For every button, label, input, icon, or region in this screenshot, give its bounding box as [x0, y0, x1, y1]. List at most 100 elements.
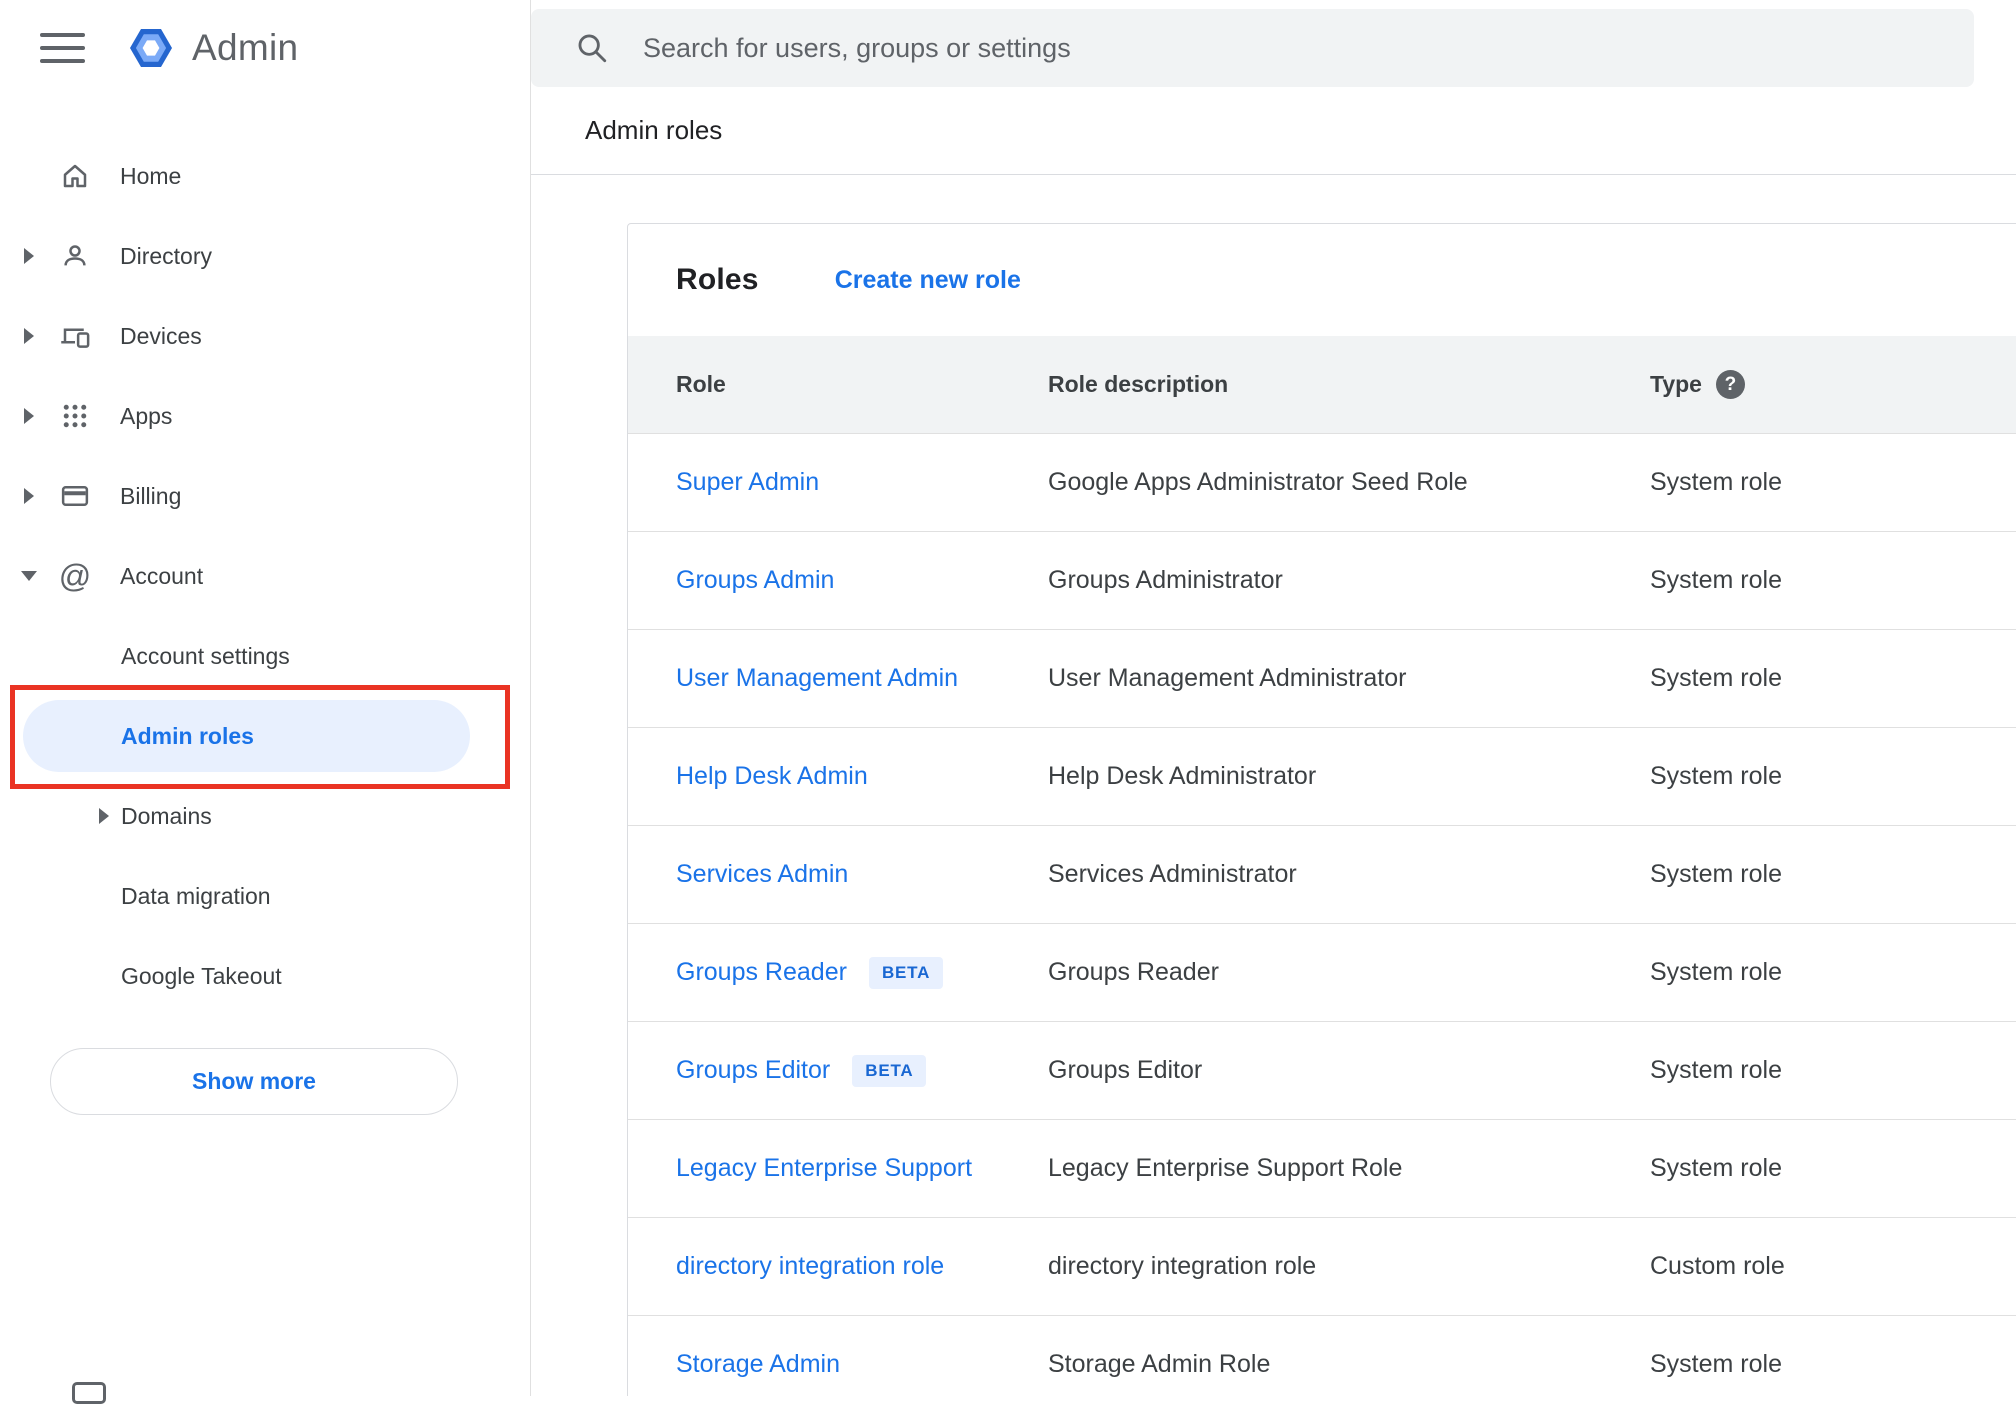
table-row: User Management Admin User Management Ad… — [628, 630, 2016, 728]
column-header-type: Type ? — [1650, 370, 2016, 399]
content: Roles Create new role Role Role descript… — [531, 175, 2016, 1396]
sidebar-item-account-settings[interactable]: Account settings — [0, 616, 530, 696]
sidebar-item-google-takeout[interactable]: Google Takeout — [0, 936, 530, 1016]
role-link[interactable]: Help Desk Admin — [676, 762, 868, 791]
sidebar-item-label: Data migration — [121, 882, 271, 909]
sidebar-item-account[interactable]: @ Account — [0, 536, 530, 616]
role-type: System role — [1650, 1154, 1782, 1182]
role-link[interactable]: Groups Reader — [676, 958, 847, 987]
sidebar-item-label: Apps — [120, 402, 173, 429]
sidebar-item-directory[interactable]: Directory — [0, 216, 530, 296]
table-row: Storage Admin Storage Admin Role System … — [628, 1316, 2016, 1396]
role-description: directory integration role — [1048, 1252, 1317, 1280]
role-description: User Management Administrator — [1048, 664, 1407, 692]
chevron-right-icon — [24, 248, 34, 264]
sidebar: Admin Home Directory Devices Apps Billin… — [0, 0, 531, 1404]
role-link[interactable]: Services Admin — [676, 860, 848, 889]
sidebar-item-label: Google Takeout — [121, 962, 282, 989]
home-icon — [58, 161, 92, 191]
sidebar-item-label: Directory — [120, 242, 213, 269]
sidebar-item-data-migration[interactable]: Data migration — [0, 856, 530, 936]
chevron-right-icon — [99, 808, 109, 824]
beta-badge: BETA — [868, 956, 944, 989]
role-type: System role — [1650, 664, 1782, 692]
table-row: Super Admin Google Apps Administrator Se… — [628, 434, 2016, 532]
table-row: Services Admin Services Administrator Sy… — [628, 826, 2016, 924]
sidebar-item-label: Domains — [121, 802, 212, 829]
role-type: Custom role — [1650, 1252, 1785, 1280]
at-icon: @ — [58, 557, 92, 594]
column-header-role: Role — [676, 371, 726, 397]
role-type: System role — [1650, 958, 1782, 986]
role-link[interactable]: Storage Admin — [676, 1350, 840, 1379]
role-description: Groups Reader — [1048, 958, 1219, 986]
page-title: Admin roles — [585, 115, 723, 145]
sidebar-item-home[interactable]: Home — [0, 136, 530, 216]
roles-card: Roles Create new role Role Role descript… — [627, 223, 2016, 1396]
role-description: Google Apps Administrator Seed Role — [1048, 468, 1468, 496]
search-icon — [575, 31, 609, 65]
main-area: Admin roles Roles Create new role Role R… — [531, 0, 2016, 1396]
sidebar-item-label: Account settings — [121, 642, 290, 669]
role-description: Legacy Enterprise Support Role — [1048, 1154, 1403, 1182]
show-more-button[interactable]: Show more — [50, 1048, 458, 1115]
sidebar-item-label: Billing — [120, 482, 182, 509]
role-description: Groups Administrator — [1048, 566, 1283, 594]
brand-name: Admin — [192, 27, 299, 68]
chevron-down-icon — [21, 571, 37, 581]
role-description: Services Administrator — [1048, 860, 1297, 888]
table-row: Help Desk Admin Help Desk Administrator … — [628, 728, 2016, 826]
person-icon — [58, 241, 92, 271]
chevron-right-icon — [24, 328, 34, 344]
sidebar-item-admin-roles[interactable]: Admin roles — [23, 700, 470, 772]
sidebar-item-devices[interactable]: Devices — [0, 296, 530, 376]
menu-icon[interactable] — [40, 33, 85, 63]
column-header-description: Role description — [1048, 371, 1229, 397]
role-type: System role — [1650, 566, 1782, 594]
sidebar-header: Admin — [0, 0, 530, 96]
sidebar-item-label: Account — [120, 562, 204, 589]
sidebar-item-domains[interactable]: Domains — [0, 776, 530, 856]
table-row: Groups Editor BETA Groups Editor System … — [628, 1022, 2016, 1120]
devices-icon — [58, 321, 92, 351]
role-type: System role — [1650, 1056, 1782, 1084]
partial-bottom-icon — [72, 1382, 106, 1404]
sidebar-item-label: Admin roles — [121, 722, 254, 749]
table-row: Groups Reader BETA Groups Reader System … — [628, 924, 2016, 1022]
beta-badge: BETA — [852, 1054, 927, 1087]
role-link[interactable]: Groups Admin — [676, 566, 834, 595]
page-header: Admin roles — [531, 87, 2016, 175]
table-row: Groups Admin Groups Administrator System… — [628, 532, 2016, 630]
role-link[interactable]: directory integration role — [676, 1252, 944, 1281]
role-link[interactable]: Groups Editor — [676, 1056, 830, 1085]
role-type: System role — [1650, 1350, 1782, 1378]
role-description: Groups Editor — [1048, 1056, 1203, 1084]
role-link[interactable]: Legacy Enterprise Support — [676, 1154, 972, 1183]
sidebar-nav: Home Directory Devices Apps Billing @ Ac… — [0, 96, 530, 1115]
admin-logo-icon — [127, 24, 175, 72]
topbar — [531, 0, 2016, 87]
create-new-role-link[interactable]: Create new role — [835, 266, 1021, 295]
chevron-right-icon — [24, 408, 34, 424]
chevron-right-icon — [24, 488, 34, 504]
search-bar[interactable] — [531, 9, 1974, 87]
search-input[interactable] — [643, 32, 1934, 64]
sidebar-item-label: Devices — [120, 322, 202, 349]
sidebar-item-apps[interactable]: Apps — [0, 376, 530, 456]
role-type: System role — [1650, 860, 1782, 888]
sidebar-item-label: Home — [120, 162, 182, 189]
apps-grid-icon — [58, 401, 92, 431]
roles-title: Roles — [676, 263, 759, 296]
table-row: directory integration role directory int… — [628, 1218, 2016, 1316]
table-header-row: Role Role description Type ? — [628, 336, 2016, 434]
role-description: Storage Admin Role — [1048, 1350, 1271, 1378]
billing-icon — [58, 481, 92, 511]
role-description: Help Desk Administrator — [1048, 762, 1317, 790]
help-icon[interactable]: ? — [1715, 370, 1745, 399]
table-row: Legacy Enterprise Support Legacy Enterpr… — [628, 1120, 2016, 1218]
role-link[interactable]: User Management Admin — [676, 664, 958, 693]
roles-card-header: Roles Create new role — [628, 224, 2016, 336]
role-type: System role — [1650, 468, 1782, 496]
sidebar-item-billing[interactable]: Billing — [0, 456, 530, 536]
role-link[interactable]: Super Admin — [676, 468, 819, 497]
